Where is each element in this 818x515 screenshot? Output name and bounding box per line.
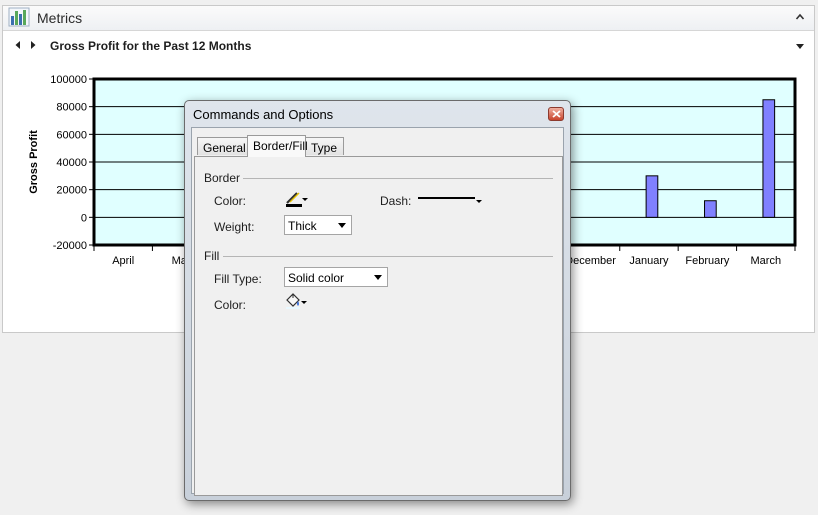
dropdown-arrow-icon (301, 301, 307, 304)
y-tick-label: 20000 (56, 185, 87, 197)
x-tick-label: January (629, 255, 669, 267)
close-icon (552, 110, 561, 118)
border-color-picker[interactable] (284, 190, 310, 208)
pen-color-icon (286, 192, 302, 207)
border-color-label: Color: (214, 194, 247, 208)
weight-select[interactable]: Thick (284, 215, 352, 235)
weight-label: Weight: (214, 220, 255, 234)
y-tick-label: 80000 (56, 102, 87, 114)
y-axis-label: Gross Profit (28, 130, 40, 194)
dropdown-arrow-icon (476, 200, 482, 203)
bar (762, 99, 776, 218)
commands-options-dialog: Commands and Options General Border/Fill… (184, 100, 571, 501)
x-tick-label: February (685, 255, 730, 267)
y-tick-label: -20000 (53, 240, 87, 252)
tab-type[interactable]: Type (305, 137, 344, 155)
y-tick-label: 40000 (56, 157, 87, 169)
dialog-body: General Border/Fill Type Border Color: D… (191, 127, 564, 496)
x-tick-label: December (565, 255, 616, 267)
bar (704, 200, 717, 218)
x-tick-label: April (112, 255, 134, 267)
bar (645, 175, 659, 218)
weight-select-value: Thick (288, 219, 317, 233)
dash-label: Dash: (380, 194, 412, 208)
dash-style-picker[interactable] (417, 193, 485, 205)
y-tick-label: 0 (81, 212, 87, 224)
fill-group-label: Fill (204, 249, 220, 263)
border-group-label: Border (204, 171, 241, 185)
fill-group-divider (223, 256, 553, 257)
x-tick-label: March (751, 255, 782, 267)
tab-border-fill[interactable]: Border/Fill (247, 135, 308, 157)
tab-general[interactable]: General (197, 137, 248, 155)
close-button[interactable] (548, 107, 564, 121)
fill-type-select[interactable]: Solid color (284, 267, 388, 287)
paint-bucket-icon (286, 293, 300, 309)
fill-color-picker[interactable] (284, 292, 310, 310)
chevron-down-icon (374, 275, 382, 280)
fill-type-select-value: Solid color (288, 271, 345, 285)
dialog-title: Commands and Options (193, 107, 334, 122)
fill-color-label: Color: (214, 298, 247, 312)
dropdown-arrow-icon (302, 198, 308, 201)
border-fill-tab-page: Border Color: Dash: Weight: Thick Fill F… (194, 156, 563, 496)
fill-type-label: Fill Type: (214, 272, 262, 286)
y-tick-label: 100000 (50, 74, 87, 86)
y-tick-label: 60000 (56, 129, 87, 141)
border-group-divider (243, 178, 553, 179)
chevron-down-icon (338, 223, 346, 228)
